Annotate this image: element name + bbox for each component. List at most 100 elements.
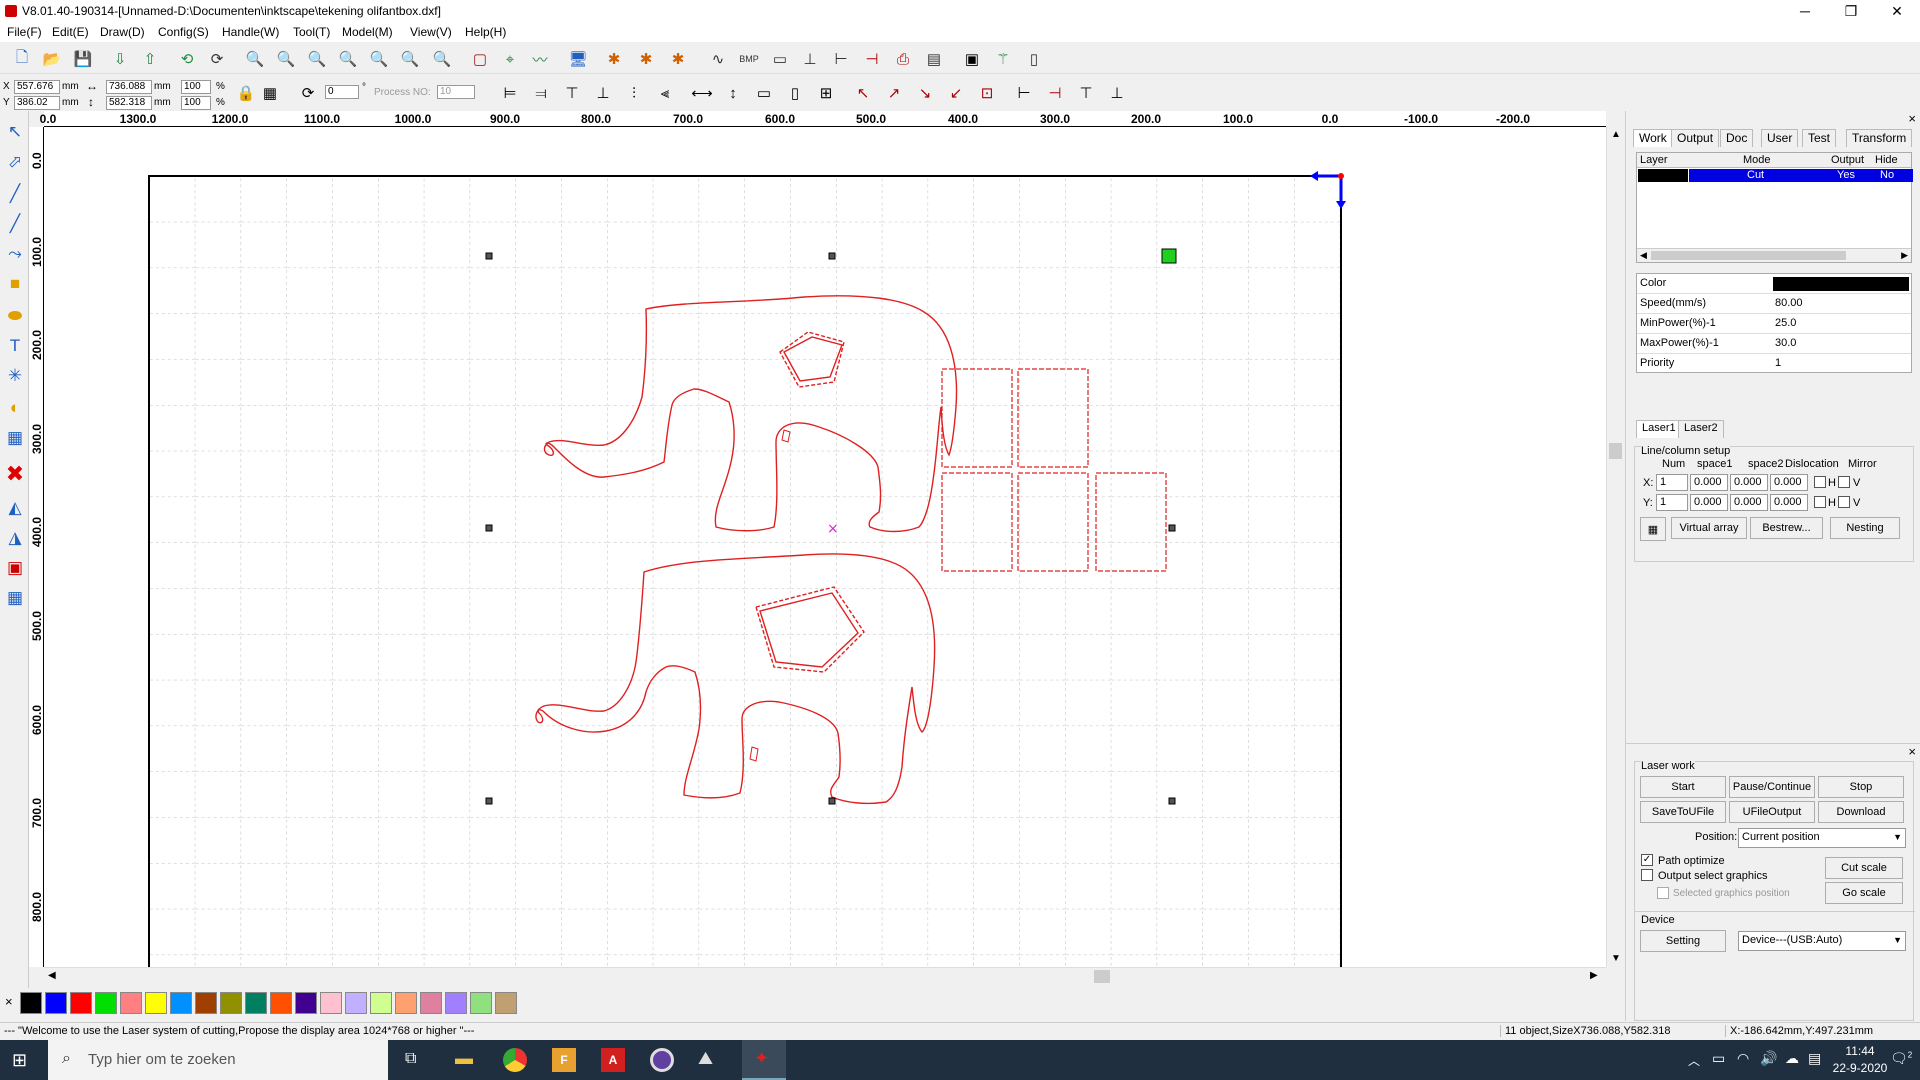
tab-user[interactable]: User [1761,129,1799,147]
device-select[interactable]: Device---(USB:Auto) ▼ [1738,931,1906,951]
nesting-button[interactable]: Nesting [1830,517,1900,539]
maximize-button[interactable]: ❐ [1828,0,1874,22]
tab-output[interactable]: Output [1671,129,1720,147]
color-swatch[interactable] [395,992,417,1014]
device-setting-button[interactable]: Setting [1640,930,1726,952]
prop-maxpower-value[interactable]: 30.0 [1775,337,1796,349]
menu-handle[interactable]: Handle(W) [222,25,279,39]
scroll-right-icon[interactable]: ▶ [1901,250,1908,261]
start-button[interactable]: Start [1640,776,1726,798]
tab-test[interactable]: Test [1802,129,1837,147]
position-select[interactable]: Current position ▼ [1738,828,1906,848]
menu-view[interactable]: View(V) [410,25,452,39]
monitor-icon[interactable]: 🖥 [566,47,590,71]
prop-speed-value[interactable]: 80.00 [1775,297,1803,309]
zoom-data-icon[interactable]: 🔍 [367,47,391,71]
save-icon[interactable]: 💾 [71,47,95,71]
app-f-icon[interactable]: F [552,1048,576,1072]
array-x-space2[interactable]: 0.000 [1730,474,1768,491]
color-swatch[interactable] [195,992,217,1014]
zoom-all-icon[interactable]: 🔍 [430,47,454,71]
curve-icon[interactable]: ∿ [706,47,730,71]
color-swatch[interactable] [345,992,367,1014]
selected-position-checkbox[interactable] [1657,887,1669,899]
taskbar-search[interactable]: ⌕ Typ hier om te zoeken [48,1040,388,1080]
color-swatch[interactable] [45,992,67,1014]
color-swatch[interactable] [320,992,342,1014]
align-vcenter-icon[interactable]: ⫶ [622,81,646,105]
image-tool-icon[interactable]: ▣ [2,555,28,581]
color-swatch[interactable] [20,992,42,1014]
inkscape-icon[interactable]: ⛰ [698,1048,722,1072]
frame-icon[interactable]: ▭ [768,47,792,71]
new-file-icon[interactable]: 🗋 [10,47,34,71]
align-top-icon[interactable]: ⊤ [560,81,584,105]
polyline-tool-icon[interactable]: ╱ [2,211,28,237]
menu-help[interactable]: Help(H) [465,25,506,39]
move-bottomright-icon[interactable]: ↘ [913,81,937,105]
clock[interactable]: 11:44 22-9-2020 [1830,1044,1890,1080]
measure-icon[interactable]: ⊢ [829,47,853,71]
array-y-num[interactable]: 1 [1656,494,1688,511]
tab-laser1[interactable]: Laser1 [1636,420,1682,438]
output-select-checkbox[interactable] [1641,869,1653,881]
line-tool-icon[interactable]: ╱ [2,181,28,207]
color-swatch[interactable] [445,992,467,1014]
battery-icon[interactable]: ▭ [1712,1050,1725,1080]
zoom-out-icon[interactable]: 🔍 [305,47,329,71]
bitmap-tool-icon[interactable]: ◐ [2,395,28,421]
color-swatch[interactable] [220,992,242,1014]
curve-tool-icon[interactable]: ⤳ [2,241,28,267]
close-button[interactable]: ✕ [1874,0,1920,22]
prop-maxpower[interactable]: MaxPower(%)-1 30.0 [1637,334,1911,354]
tray-chevron-icon[interactable]: ︿ [1688,1052,1700,1080]
same-height-icon[interactable]: ↕ [721,81,745,105]
prop-color[interactable]: Color [1637,274,1911,294]
anchor-grid-icon[interactable]: ▦ [258,81,282,105]
point-tool-icon[interactable]: ✳ [2,363,28,389]
import-icon[interactable]: ⇩ [108,47,132,71]
rectangle-tool-icon[interactable]: ■ [2,271,28,297]
color-swatch[interactable] [420,992,442,1014]
drawing-canvas[interactable]: × [44,127,1606,967]
text-tool-icon[interactable]: T [2,333,28,359]
tree-icon[interactable]: ⊥ [798,47,822,71]
select-tool-icon[interactable]: ↖ [2,119,28,145]
ruler-icon[interactable]: ▯ [1022,47,1046,71]
horizontal-scrollbar[interactable]: ◀ ▶ [44,967,1606,984]
delete-tool-icon[interactable]: ✖ [2,461,28,487]
center-icon[interactable]: ⊞ [814,81,838,105]
tab-transform[interactable]: Transform [1846,129,1913,147]
redo-icon[interactable]: ⟳ [205,47,229,71]
menu-config[interactable]: Config(S) [158,25,209,39]
align-right-icon[interactable]: ⫤ [529,81,553,105]
color-swatch[interactable] [120,992,142,1014]
vertical-scroll-thumb[interactable] [1609,443,1622,459]
rotation-field[interactable]: 0 [325,85,359,99]
tab-doc[interactable]: Doc [1720,129,1754,147]
array-y-space1[interactable]: 0.000 [1690,494,1728,511]
prop-speed[interactable]: Speed(mm/s) 80.00 [1637,294,1911,314]
scroll-left-icon[interactable]: ◀ [1640,250,1647,261]
move-topleft-icon[interactable]: ↖ [851,81,875,105]
scroll-right-icon[interactable]: ▶ [1590,970,1598,981]
zoom-in-icon[interactable]: 🔍 [274,47,298,71]
sort-icon[interactable]: ✱ [602,47,626,71]
same-width-icon[interactable]: ⟷ [690,81,714,105]
zoom-select-icon[interactable]: 🔍 [243,47,267,71]
color-swatch[interactable] [370,992,392,1014]
tab-laser2[interactable]: Laser2 [1678,420,1724,438]
move-topright-icon[interactable]: ↗ [882,81,906,105]
array-y-dislocation[interactable]: 0.000 [1770,494,1808,511]
menu-file[interactable]: File(F) [7,25,42,39]
undo-icon[interactable]: ⟲ [175,47,199,71]
layer-h-scrollbar[interactable]: ◀ ▶ [1637,248,1911,262]
grid-tool-icon[interactable]: ▦ [2,425,28,451]
mirror-x-v-checkbox[interactable] [1838,476,1850,488]
move-center-icon[interactable]: ⊡ [975,81,999,105]
lock-ratio-icon[interactable]: 🔒 [234,81,258,105]
pause-continue-button[interactable]: Pause/Continue [1729,776,1815,798]
sort-path-icon[interactable]: ✱ [634,47,658,71]
color-swatch[interactable] [270,992,292,1014]
prop-priority[interactable]: Priority 1 [1637,354,1911,374]
